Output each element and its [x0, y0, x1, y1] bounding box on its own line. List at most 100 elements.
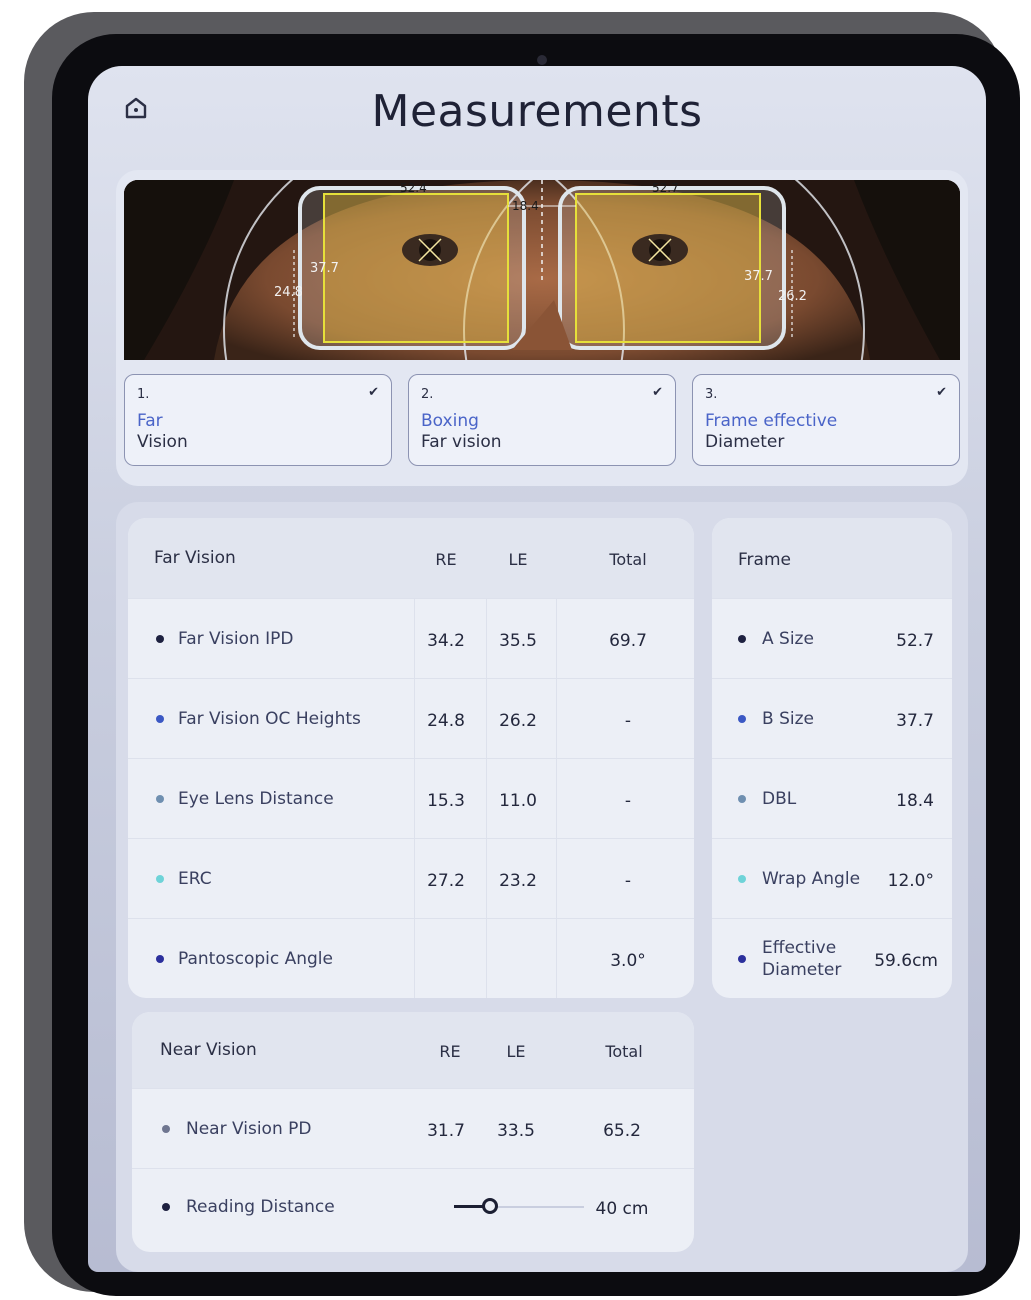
re-value: 27.2 [427, 871, 465, 891]
frame-title: Frame [738, 550, 791, 570]
total-value: 65.2 [603, 1121, 641, 1141]
row-label-line: Diameter [762, 960, 842, 980]
row-label: Near Vision PD [186, 1119, 312, 1139]
row-bullet [156, 955, 164, 963]
table-row: Far Vision IPD 34.2 35.5 69.7 [128, 598, 694, 678]
row-label: Far Vision IPD [178, 629, 294, 649]
total-value: 69.7 [609, 631, 647, 651]
dbl-label: 18.4 [512, 199, 539, 213]
re-value: 31.7 [427, 1121, 465, 1141]
b-size-right-label: 37.7 [744, 269, 773, 284]
row-bullet [738, 715, 746, 723]
frame-value: 18.4 [896, 791, 934, 811]
re-value: 24.8 [427, 711, 465, 731]
checkmark-icon: ✔ [368, 385, 379, 400]
step-title: Boxing [421, 411, 479, 431]
row-label: Far Vision OC Heights [178, 709, 361, 729]
step-subtitle: Far vision [421, 432, 502, 452]
table-row: B Size 37.7 [712, 678, 952, 758]
near-vision-table: Near Vision RE LE Total Near Vision PD 3… [132, 1012, 694, 1252]
app-screen: Measurements 52.4 52.7 18.4 37.7 37.7 24… [88, 66, 986, 1272]
table-header: Far Vision RE LE Total [128, 518, 694, 598]
table-row: Reading Distance 40 cm [132, 1168, 694, 1248]
frame-value: 52.7 [896, 631, 934, 651]
table-row: ERC 27.2 23.2 - [128, 838, 694, 918]
row-label: Reading Distance [186, 1197, 335, 1217]
step-subtitle: Vision [137, 432, 188, 452]
reading-distance-value: 40 cm [595, 1199, 649, 1219]
step-far-vision[interactable]: 1. ✔ Far Vision [124, 374, 392, 466]
face-measurement-image: 52.4 52.7 18.4 37.7 37.7 24.8 26.2 [124, 180, 960, 360]
step-boxing[interactable]: 2. ✔ Boxing Far vision [408, 374, 676, 466]
checkmark-icon: ✔ [652, 385, 663, 400]
re-value: 34.2 [427, 631, 465, 651]
row-label: Wrap Angle [762, 869, 861, 889]
frame-value: 12.0° [887, 871, 934, 891]
le-value: 33.5 [497, 1121, 535, 1141]
row-bullet [156, 875, 164, 883]
row-label: DBL [762, 789, 797, 809]
total-value: 3.0° [610, 951, 646, 971]
row-bullet [738, 795, 746, 803]
far-vision-table: Far Vision RE LE Total Far Vision IPD 34… [128, 518, 694, 998]
table-header: Near Vision RE LE Total [132, 1012, 694, 1088]
height-left-label: 24.8 [274, 285, 303, 300]
total-value: - [624, 711, 632, 731]
table-header: Frame [712, 518, 952, 598]
re-value: 15.3 [427, 791, 465, 811]
row-bullet [738, 635, 746, 643]
column-le: LE [508, 550, 528, 569]
height-right-label: 26.2 [778, 289, 807, 304]
table-row: Pantoscopic Angle 3.0° [128, 918, 694, 998]
table-row: Effective Diameter 59.6cm [712, 918, 952, 998]
row-label: ERC [178, 869, 212, 889]
page-title: Measurements [371, 86, 703, 137]
front-camera [537, 55, 547, 65]
le-value: 26.2 [499, 711, 537, 731]
reading-distance-slider[interactable] [454, 1193, 584, 1221]
row-bullet [162, 1125, 170, 1133]
column-total: Total [605, 1042, 643, 1061]
row-bullet [156, 635, 164, 643]
table-row: DBL 18.4 [712, 758, 952, 838]
row-bullet [162, 1203, 170, 1211]
column-le: LE [506, 1042, 526, 1061]
step-frame-effective-diameter[interactable]: 3. ✔ Frame effective Diameter [692, 374, 960, 466]
step-title: Far [137, 411, 163, 431]
column-re: RE [435, 550, 457, 569]
slider-knob[interactable] [482, 1198, 498, 1214]
table-row: Far Vision OC Heights 24.8 26.2 - [128, 678, 694, 758]
table-row: Eye Lens Distance 15.3 11.0 - [128, 758, 694, 838]
column-total: Total [609, 550, 647, 569]
measurement-steps: 1. ✔ Far Vision 2. ✔ Boxing Far vision 3… [124, 374, 960, 468]
column-re: RE [439, 1042, 461, 1061]
row-label-line: Effective [762, 938, 837, 958]
table-row: Near Vision PD 31.7 33.5 65.2 [132, 1088, 694, 1168]
frame-table: Frame A Size 52.7 B Size 37.7 DBL 18.4 W… [712, 518, 952, 998]
table-row: Wrap Angle 12.0° [712, 838, 952, 918]
step-number: 3. [705, 387, 718, 402]
total-value: - [624, 791, 632, 811]
row-label: B Size [762, 709, 814, 729]
b-size-left-label: 37.7 [310, 261, 339, 276]
row-label: A Size [762, 629, 814, 649]
table-row: A Size 52.7 [712, 598, 952, 678]
frame-value: 59.6cm [874, 951, 938, 971]
step-title: Frame effective [705, 411, 838, 431]
row-label: Effective Diameter [762, 937, 841, 981]
a-size-right-label: 52.7 [652, 181, 679, 195]
frame-value: 37.7 [896, 711, 934, 731]
row-bullet [738, 955, 746, 963]
capture-panel: 52.4 52.7 18.4 37.7 37.7 24.8 26.2 1. ✔ … [116, 170, 968, 486]
row-label: Eye Lens Distance [178, 789, 334, 809]
le-value: 11.0 [499, 791, 537, 811]
step-number: 2. [421, 387, 434, 402]
step-number: 1. [137, 387, 150, 402]
row-label: Pantoscopic Angle [178, 949, 333, 969]
far-vision-title: Far Vision [154, 548, 236, 568]
le-value: 35.5 [499, 631, 537, 651]
total-value: - [624, 871, 632, 891]
results-panel: Far Vision RE LE Total Far Vision IPD 34… [116, 502, 968, 1272]
step-subtitle: Diameter [705, 432, 785, 452]
row-bullet [156, 795, 164, 803]
